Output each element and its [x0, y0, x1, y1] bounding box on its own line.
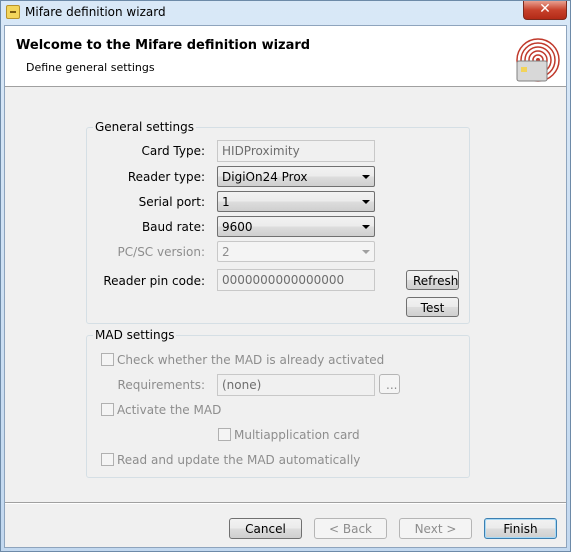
test-button[interactable]: Test: [406, 297, 459, 317]
chevron-down-icon: [362, 250, 370, 254]
read-update-mad-checkbox[interactable]: [101, 453, 114, 466]
wizard-header: Welcome to the Mifare definition wizard …: [5, 26, 566, 87]
browse-requirements-button[interactable]: ...: [379, 374, 400, 394]
multiapplication-checkbox[interactable]: [218, 428, 231, 441]
back-button[interactable]: < Back: [314, 518, 387, 539]
reader-pin-field[interactable]: 0000000000000000: [217, 269, 375, 291]
chevron-down-icon: [362, 200, 370, 204]
requirements-label: Requirements:: [117, 378, 205, 392]
app-icon: [6, 5, 20, 19]
serial-port-label: Serial port:: [138, 195, 205, 209]
chevron-down-icon: [362, 225, 370, 229]
reader-type-select[interactable]: DigiOn24 Prox: [217, 166, 375, 187]
page-subtitle: Define general settings: [26, 61, 155, 74]
check-mad-activated-label: Check whether the MAD is already activat…: [117, 353, 385, 367]
cancel-button[interactable]: Cancel: [229, 518, 302, 539]
next-button[interactable]: Next >: [399, 518, 472, 539]
general-settings-legend: General settings: [95, 120, 194, 134]
rfid-card-icon: [516, 38, 560, 82]
wizard-body: Welcome to the Mifare definition wizard …: [4, 25, 567, 548]
finish-button[interactable]: Finish: [484, 518, 557, 539]
serial-port-select[interactable]: 1: [217, 191, 375, 212]
activate-mad-checkbox[interactable]: [101, 403, 114, 416]
reader-pin-label: Reader pin code:: [103, 274, 205, 288]
card-type-field: HIDProximity: [217, 140, 375, 162]
title-bar[interactable]: Mifare definition wizard ✕: [1, 1, 570, 25]
pcsc-version-value: 2: [222, 245, 230, 259]
reader-type-value: DigiOn24 Prox: [222, 170, 308, 184]
multiapplication-label: Multiapplication card: [234, 428, 360, 442]
pcsc-version-label: PC/SC version:: [117, 245, 205, 259]
baud-rate-value: 9600: [222, 220, 253, 234]
check-mad-activated-checkbox[interactable]: [101, 353, 114, 366]
close-button[interactable]: ✕: [523, 1, 567, 20]
page-title: Welcome to the Mifare definition wizard: [16, 38, 311, 53]
window-title: Mifare definition wizard: [25, 5, 166, 19]
chevron-down-icon: [362, 175, 370, 179]
wizard-window: Mifare definition wizard ✕ Welcome to th…: [0, 0, 571, 552]
footer-separator: [5, 502, 566, 504]
baud-rate-label: Baud rate:: [141, 220, 205, 234]
reader-type-label: Reader type:: [127, 170, 205, 184]
read-update-mad-label: Read and update the MAD automatically: [117, 453, 361, 467]
mad-settings-legend: MAD settings: [95, 328, 175, 342]
serial-port-value: 1: [222, 195, 230, 209]
refresh-button[interactable]: Refresh: [406, 270, 459, 290]
requirements-field[interactable]: (none): [217, 374, 375, 396]
activate-mad-label: Activate the MAD: [117, 403, 222, 417]
pcsc-version-select[interactable]: 2: [217, 241, 375, 262]
card-type-label: Card Type:: [141, 144, 206, 158]
baud-rate-select[interactable]: 9600: [217, 216, 375, 237]
close-icon: ✕: [539, 1, 551, 17]
